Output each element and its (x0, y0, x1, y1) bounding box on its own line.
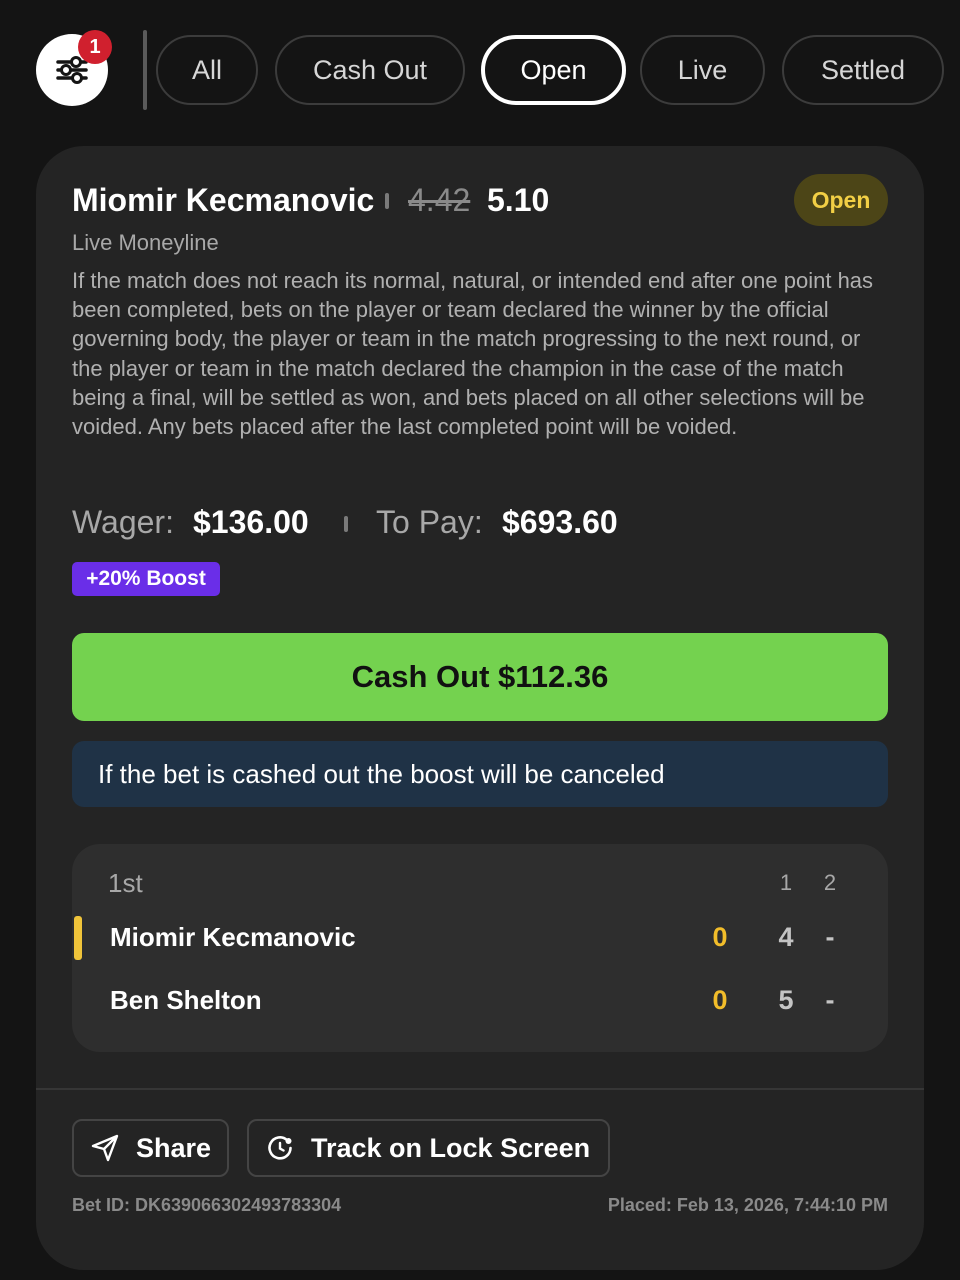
wager-label: Wager: (72, 504, 174, 540)
market-rules: If the match does not reach its normal, … (72, 268, 874, 440)
bet-card: Miomir Kecmanovic 4.42 5.10 Open Live Mo… (36, 146, 924, 1270)
track-label: Track on Lock Screen (311, 1132, 591, 1163)
to-pay-value: $693.60 (502, 504, 618, 540)
market-type: Live Moneyline (72, 230, 219, 255)
period-label: 1st (108, 868, 143, 898)
placed-timestamp: Placed: Feb 13, 2026, 7:44:10 PM (607, 1195, 888, 1215)
share-button[interactable]: Share (72, 1119, 229, 1177)
wager-payout-row: Wager: $136.00 To Pay: $693.60 (72, 504, 892, 548)
tab-all[interactable]: All (156, 35, 258, 105)
tab-settled[interactable]: Settled (782, 35, 944, 105)
selection-name: Miomir Kecmanovic (72, 182, 375, 218)
tab-open[interactable]: Open (481, 35, 626, 105)
player-1-set-2: - (825, 922, 835, 952)
tab-live[interactable]: Live (640, 35, 765, 105)
status-badge: Open (794, 174, 888, 226)
money-separator (344, 516, 348, 532)
cash-out-button[interactable]: Cash Out $112.36 (72, 633, 888, 721)
serving-indicator (74, 916, 82, 960)
title-separator (385, 193, 389, 209)
player-2-points: 0 (712, 985, 728, 1015)
boosted-odds: 5.10 (487, 182, 550, 218)
set-header-1: 1 (779, 870, 793, 895)
bet-filter-bar: 1 All Cash Out Open Live Settled (0, 0, 960, 140)
boost-badge: +20% Boost (72, 562, 220, 596)
card-divider (36, 1088, 924, 1090)
player-name-2: Ben Shelton (110, 985, 262, 1015)
original-odds: 4.42 (408, 182, 471, 218)
to-pay-label: To Pay: (376, 504, 483, 540)
player-2-set-2: - (825, 985, 835, 1015)
filter-divider (143, 30, 147, 110)
live-scoreboard: 1st 1 2 Miomir Kecmanovic 0 4 - Ben Shel… (72, 844, 888, 1052)
set-header-2: 2 (823, 870, 837, 895)
send-icon (91, 1134, 119, 1162)
filter-count-badge: 1 (78, 30, 112, 64)
player-2-set-1: 5 (778, 985, 794, 1015)
live-activity-icon (268, 1136, 292, 1160)
player-name-1: Miomir Kecmanovic (110, 922, 356, 952)
tab-cash-out[interactable]: Cash Out (275, 35, 465, 105)
bet-id: Bet ID: DK639066302493783304 (72, 1195, 342, 1215)
player-1-points: 0 (712, 922, 728, 952)
track-lock-screen-button[interactable]: Track on Lock Screen (247, 1119, 610, 1177)
share-label: Share (136, 1132, 212, 1163)
boost-cancel-notice: If the bet is cashed out the boost will … (72, 741, 888, 807)
wager-value: $136.00 (193, 504, 309, 540)
player-1-set-1: 4 (778, 922, 794, 952)
